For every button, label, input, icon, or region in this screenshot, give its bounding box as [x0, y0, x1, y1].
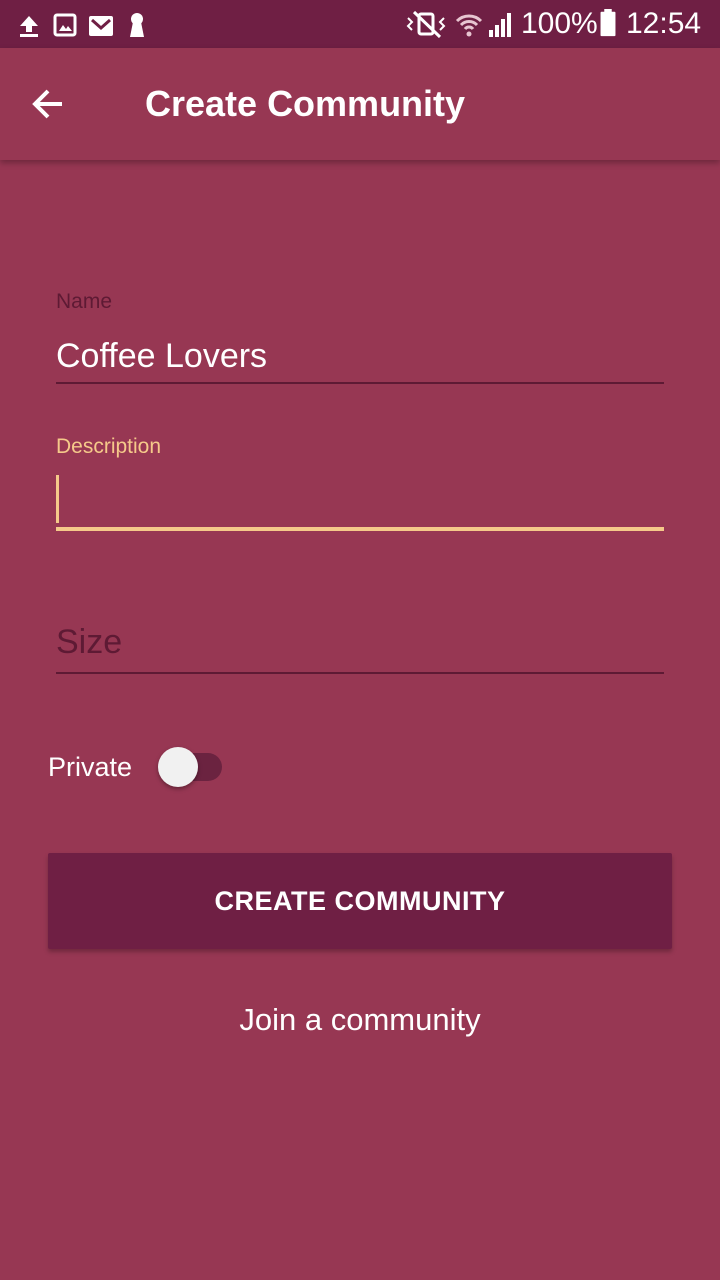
page-title: Create Community: [145, 83, 466, 124]
signal-icon: [489, 13, 511, 37]
description-field[interactable]: Description: [56, 430, 664, 532]
size-placeholder: Size: [56, 623, 123, 661]
create-community-button[interactable]: CREATE COMMUNITY: [48, 853, 672, 949]
name-value: Coffee Lovers: [56, 337, 268, 375]
size-underline: [56, 672, 664, 674]
battery-percent: 100%: [521, 7, 598, 40]
private-switch[interactable]: [156, 744, 226, 790]
create-community-label: CREATE COMMUNITY: [214, 885, 506, 916]
app-bar: Create Community: [0, 48, 720, 160]
join-community-link[interactable]: Join a community: [0, 1000, 720, 1040]
image-icon: [53, 13, 77, 37]
back-button[interactable]: [20, 76, 76, 132]
text-cursor: [56, 475, 59, 523]
upload-icon: [20, 16, 38, 37]
name-underline: [56, 382, 664, 384]
name-label: Name: [56, 290, 113, 313]
description-label: Description: [56, 435, 162, 458]
clock: 12:54: [626, 7, 702, 40]
description-underline: [56, 527, 664, 531]
arrow-back-icon: [32, 89, 62, 119]
wifi-icon: [455, 14, 483, 37]
battery-icon: [600, 9, 616, 37]
size-field[interactable]: Size: [56, 620, 664, 676]
keyhole-icon: [130, 13, 144, 37]
private-label: Private: [48, 752, 133, 782]
switch-thumb: [158, 747, 198, 787]
name-field[interactable]: Name Coffee Lovers: [56, 285, 664, 385]
gmail-icon: [89, 16, 113, 36]
status-bar: 100% 12:54: [0, 0, 720, 48]
vibrate-mute-icon: [406, 10, 446, 38]
